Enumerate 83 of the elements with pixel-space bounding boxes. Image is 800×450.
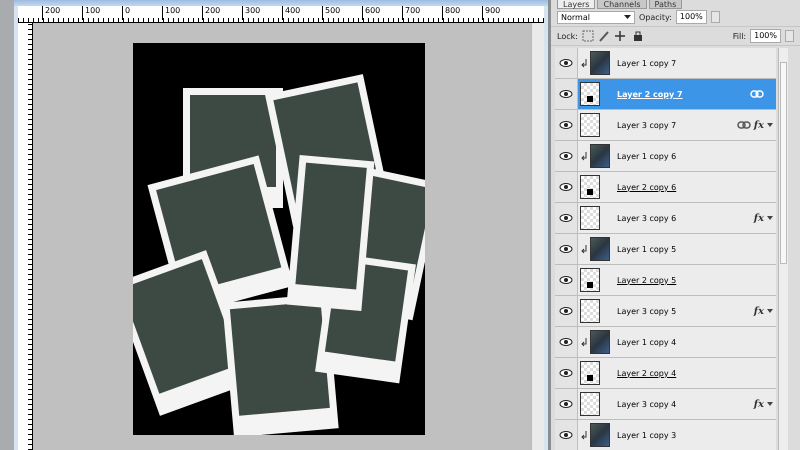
ruler-label: 200: [42, 6, 82, 20]
layer-name: Layer 1 copy 5: [617, 244, 678, 254]
lock-label: Lock:: [557, 32, 578, 40]
fill-label: Fill:: [732, 32, 746, 40]
eye-icon[interactable]: [559, 399, 573, 409]
eye-icon[interactable]: [559, 213, 573, 223]
layer-row[interactable]: Layer 2 copy 4: [555, 358, 776, 389]
photo-thumbnail: [590, 51, 610, 75]
layer-name: Layer 2 copy 7: [617, 90, 684, 98]
layer-name: Layer 3 copy 4: [617, 400, 678, 408]
layer-row[interactable]: Layer 3 copy 5 fx: [555, 296, 776, 327]
eye-icon[interactable]: [559, 89, 573, 99]
layer-name: Layer 2 copy 4: [617, 368, 678, 378]
layer-thumbnail: [580, 206, 600, 230]
layer-thumbnail: [580, 299, 600, 323]
layer-thumbnail: [580, 268, 600, 292]
layer-row[interactable]: Layer 2 copy 5: [555, 265, 776, 296]
eye-icon[interactable]: [559, 430, 573, 440]
layer-thumbnail: [580, 113, 600, 137]
opacity-label: Opacity:: [639, 12, 672, 22]
layer-row[interactable]: Layer 1 copy 6: [555, 141, 776, 172]
panel-tab[interactable]: Layers: [557, 0, 596, 9]
layer-row[interactable]: Layer 1 copy 4: [555, 327, 776, 358]
ruler-label: 100: [82, 6, 122, 20]
layer-row[interactable]: Layer 1 copy 7: [555, 48, 776, 79]
ruler-label: 400: [282, 6, 322, 20]
layer-row[interactable]: Layer 1 copy 3: [555, 420, 776, 450]
layer-name: Layer 3 copy 5: [617, 306, 678, 316]
layer-name: Layer 1 copy 6: [617, 152, 678, 160]
effects-label[interactable]: fx: [754, 212, 764, 224]
panel-tab[interactable]: Channels: [597, 0, 646, 9]
eye-icon[interactable]: [559, 58, 573, 68]
layer-row[interactable]: Layer 3 copy 7 fx: [555, 110, 776, 141]
blend-mode-dropdown[interactable]: Normal: [557, 10, 635, 24]
layer-thumbnail: [580, 175, 600, 199]
layer-row[interactable]: Layer 3 copy 4 fx: [555, 389, 776, 420]
expand-caret-icon[interactable]: [767, 123, 773, 127]
expand-caret-icon[interactable]: [767, 402, 773, 406]
effects-label[interactable]: fx: [754, 398, 764, 410]
eye-icon[interactable]: [559, 275, 573, 285]
layer-row[interactable]: Layer 2 copy 6: [555, 172, 776, 203]
photo-thumbnail: [590, 330, 610, 354]
layer-thumbnail: [580, 361, 600, 385]
layer-name: Layer 3 copy 6: [617, 214, 678, 222]
eye-icon[interactable]: [559, 120, 573, 130]
layer-thumbnail: [580, 392, 600, 416]
layer-name: Layer 2 copy 6: [617, 182, 678, 192]
eye-icon[interactable]: [559, 368, 573, 378]
eye-icon[interactable]: [559, 306, 573, 316]
ruler-label: 200: [202, 6, 242, 20]
layer-name: Layer 2 copy 5: [617, 276, 678, 284]
ruler-label: 800: [442, 6, 482, 20]
photo-thumbnail: [590, 144, 610, 168]
layer-name: Layer 1 copy 7: [617, 58, 678, 68]
caret-icon: [624, 15, 631, 19]
layer-name: Layer 1 copy 4: [617, 338, 678, 346]
effects-label[interactable]: fx: [754, 120, 764, 130]
ruler-label: 0: [122, 6, 162, 20]
eye-icon[interactable]: [559, 151, 573, 161]
photo-thumbnail: [590, 237, 610, 261]
opacity-field[interactable]: 100%: [676, 10, 707, 24]
expand-caret-icon[interactable]: [767, 309, 773, 313]
vertical-scrollbar[interactable]: [531, 23, 544, 450]
panel-tab[interactable]: Paths: [648, 0, 682, 9]
ruler-label: 500: [322, 6, 362, 20]
layer-thumbnail: [580, 82, 600, 106]
layers-scrollbar[interactable]: [778, 48, 788, 450]
ruler-label: 100: [162, 6, 202, 20]
ruler-label: 300: [242, 6, 282, 20]
layer-name: Layer 1 copy 3: [617, 430, 678, 440]
effects-label[interactable]: fx: [754, 306, 764, 316]
eye-icon[interactable]: [559, 244, 573, 254]
layer-row[interactable]: Layer 1 copy 5: [555, 234, 776, 265]
layer-row[interactable]: Layer 3 copy 6 fx: [555, 203, 776, 234]
photo-thumbnail: [590, 423, 610, 447]
eye-icon[interactable]: [559, 182, 573, 192]
expand-caret-icon[interactable]: [767, 216, 773, 220]
fill-field[interactable]: 100%: [750, 29, 781, 43]
eye-icon[interactable]: [559, 337, 573, 347]
ruler-label: 900: [482, 6, 522, 20]
layer-name: Layer 3 copy 7: [617, 120, 678, 130]
ruler-label: 600: [362, 6, 402, 20]
ruler-label: 700: [402, 6, 442, 20]
